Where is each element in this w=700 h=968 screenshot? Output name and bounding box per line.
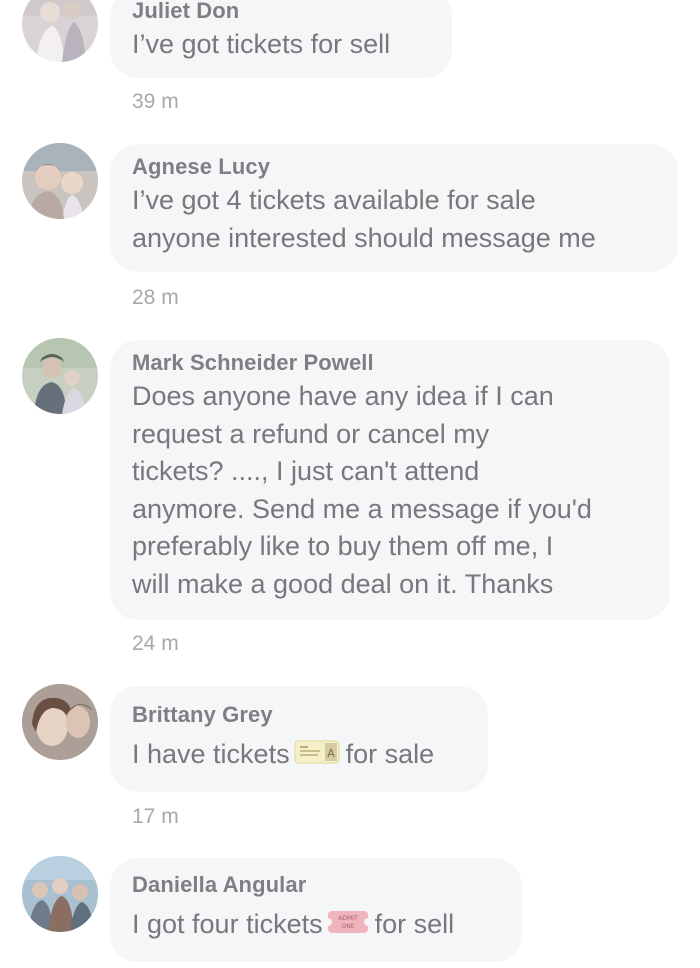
comment-bubble: Juliet Don I’ve got tickets for sell [110,0,452,78]
comment-text-line: I’ve got 4 tickets available for sale [132,185,536,215]
comment-text: I’ve got tickets for sell [132,29,391,59]
comment-text-after: for sell [374,909,455,939]
svg-text:ADMIT: ADMIT [338,915,358,922]
comment-bubble: Brittany Grey I have tickets Afor sale [110,686,488,792]
svg-text:A: A [327,747,335,760]
comment-text-line: tickets? ...., I just can't attend [132,456,480,486]
comment-author[interactable]: Juliet Don [132,0,430,26]
comment-bubble: Mark Schneider Powell Does anyone have a… [110,340,670,620]
comment-bubble: Daniella Angular I got four tickets ADMIT… [110,858,522,962]
ticket-emoji: A [294,738,340,777]
comment-timestamp[interactable]: 39 m [132,90,179,114]
comment-text-line: anymore. Send me a message if you'd [132,493,592,524]
comment-timestamp[interactable]: 24 m [132,632,179,656]
comment-bubble: Agnese Lucy I’ve got 4 tickets available… [110,144,678,272]
comment-text: I got four tickets ADMIT ONE for sell [132,906,500,947]
comment-text-line: will make a good deal on it. Thanks [132,568,554,599]
comment-author[interactable]: Brittany Grey [132,700,466,730]
juliet-don-avatar[interactable] [22,0,98,62]
comment-text-line: request a refund or cancel my [132,418,490,449]
svg-text:ONE: ONE [341,923,354,930]
comment-text-line: Does anyone have any idea if I can [132,381,554,411]
daniella-angular-avatar[interactable] [22,856,98,932]
comment-text-after: for sale [345,739,435,769]
comment-author[interactable]: Mark Schneider Powell [132,348,648,378]
comment-text-line: anyone interested should message me [132,222,596,253]
comment-author[interactable]: Daniella Angular [132,870,500,900]
comment-text-line: preferably like to buy them off me, I [132,531,554,561]
comment-text-before: I got four tickets [132,909,323,939]
comment-text: I have tickets Afor sale [132,736,466,777]
comment-timestamp[interactable]: 17 m [132,805,179,829]
mark-schneider-powell-avatar[interactable] [22,338,98,414]
comment-timestamp[interactable]: 28 m [132,286,179,310]
admission-tickets-emoji: ADMIT ONE [323,908,372,947]
brittany-grey-avatar[interactable] [22,684,98,760]
agnese-lucy-avatar[interactable] [22,143,98,219]
comment-text-before: I have tickets [132,739,290,769]
comment-author[interactable]: Agnese Lucy [132,152,656,182]
